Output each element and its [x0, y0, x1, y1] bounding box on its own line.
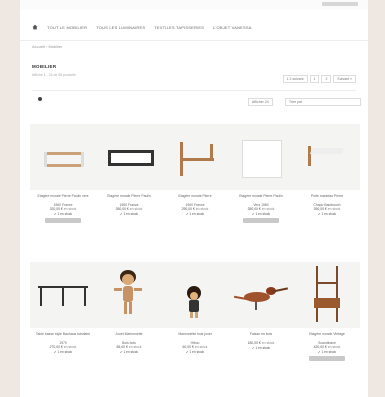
account-link[interactable] — [322, 2, 358, 6]
result-count: Affiche 1 - 24 de 56 produits — [32, 73, 76, 77]
nav-item-textiles[interactable]: Textiles tapisseries — [154, 25, 204, 30]
product-card[interactable]: Jouet Marionnette Bois bois 85,00 € en s… — [96, 262, 162, 355]
product-name[interactable]: Marionnette bois jouet — [162, 332, 228, 337]
stock-status: ✔ 1 en stock — [251, 212, 271, 217]
product-name[interactable]: Etagère murale Vintage — [294, 332, 360, 337]
product-name[interactable]: Faisan en bois — [228, 332, 294, 337]
product-name[interactable]: Etagère murale Pierre Paulin vers — [30, 194, 96, 199]
product-name[interactable]: Etagère murale Pierre — [162, 194, 228, 199]
grid-view-icon[interactable] — [38, 97, 42, 101]
per-page-select[interactable]: Afficher 24 — [248, 98, 273, 106]
product-card[interactable]: Table basse style Bauhaus tubulaire 1970… — [30, 262, 96, 355]
page: Tout le mobilier Tous les luminaires Tex… — [20, 0, 368, 397]
page-2-link[interactable]: 2 — [321, 75, 332, 83]
divider — [20, 40, 368, 41]
nav-item-object[interactable]: L'objet Vanessa — [213, 25, 252, 30]
product-card[interactable]: Porte manteau Pierre Chapo Bambouch 390,… — [294, 124, 360, 217]
product-image[interactable] — [228, 262, 294, 328]
product-card[interactable]: Marionnette bois jouet Hibou 60,00 € en … — [162, 262, 228, 355]
stock-status: ✔ 1 en stock — [317, 212, 337, 217]
add-to-cart-button[interactable] — [243, 218, 279, 224]
pagination-summary: 1 2 suivant — [282, 75, 308, 83]
product-card[interactable]: Faisan en bois 180,00 € en stock ✔ 1 en … — [228, 262, 294, 351]
product-card[interactable]: Etagère murale Pierre Paulin Vers 1960 3… — [228, 124, 294, 224]
stock-status: ✔ 1 en stock — [251, 345, 271, 350]
stock-status: ✔ 1 en stock — [119, 350, 139, 355]
product-name[interactable]: Porte manteau Pierre — [294, 194, 360, 199]
pagination: 1 2 suivant 1 2 Suivant » — [282, 75, 356, 83]
product-image[interactable] — [162, 124, 228, 190]
product-card[interactable]: Etagère murale Vintage Scandinave 420,00… — [294, 262, 360, 362]
product-image[interactable] — [294, 262, 360, 328]
product-image[interactable] — [228, 124, 294, 190]
stock-status: ✔ 1 en stock — [185, 212, 205, 217]
divider — [32, 90, 356, 91]
product-card[interactable]: Etagère murale Pierre Paulin 1960 France… — [96, 124, 162, 217]
product-image[interactable] — [30, 124, 96, 190]
page-1-link[interactable]: 1 — [309, 75, 320, 83]
main-nav: Tout le mobilier Tous les luminaires Tex… — [32, 22, 252, 32]
add-to-cart-button[interactable] — [309, 356, 345, 362]
product-name[interactable]: Etagère murale Pierre Paulin — [228, 194, 294, 199]
top-bar — [20, 0, 368, 10]
product-image[interactable] — [30, 262, 96, 328]
add-to-cart-button[interactable] — [45, 218, 81, 224]
nav-item-furniture[interactable]: Tout le mobilier — [47, 25, 87, 30]
stock-status: ✔ 1 en stock — [185, 350, 205, 355]
product-card[interactable]: Etagère murale Pierre Paulin vers 1960 F… — [30, 124, 96, 224]
home-icon[interactable] — [32, 24, 38, 30]
stock-status: ✔ 1 en stock — [317, 350, 337, 355]
product-name[interactable]: Etagère murale Pierre Paulin — [96, 194, 162, 199]
breadcrumb[interactable]: Accueil › Mobilier — [32, 44, 62, 49]
product-image[interactable] — [96, 124, 162, 190]
stock-status: ✔ 1 en stock — [53, 350, 73, 355]
stock-status: ✔ 1 en stock — [119, 212, 139, 217]
nav-item-lighting[interactable]: Tous les luminaires — [96, 25, 145, 30]
product-name[interactable]: Table basse style Bauhaus tubulaire — [30, 332, 96, 337]
product-image[interactable] — [294, 124, 360, 190]
page-title: Mobilier — [32, 64, 57, 69]
sort-select[interactable]: Trier par — [285, 98, 361, 106]
next-page-link[interactable]: Suivant » — [333, 75, 356, 83]
product-image[interactable] — [96, 262, 162, 328]
product-image[interactable] — [162, 262, 228, 328]
product-card[interactable]: Etagère murale Pierre 1960 France 290,00… — [162, 124, 228, 217]
product-name[interactable]: Jouet Marionnette — [96, 332, 162, 337]
stock-status: ✔ 1 en stock — [53, 212, 73, 217]
